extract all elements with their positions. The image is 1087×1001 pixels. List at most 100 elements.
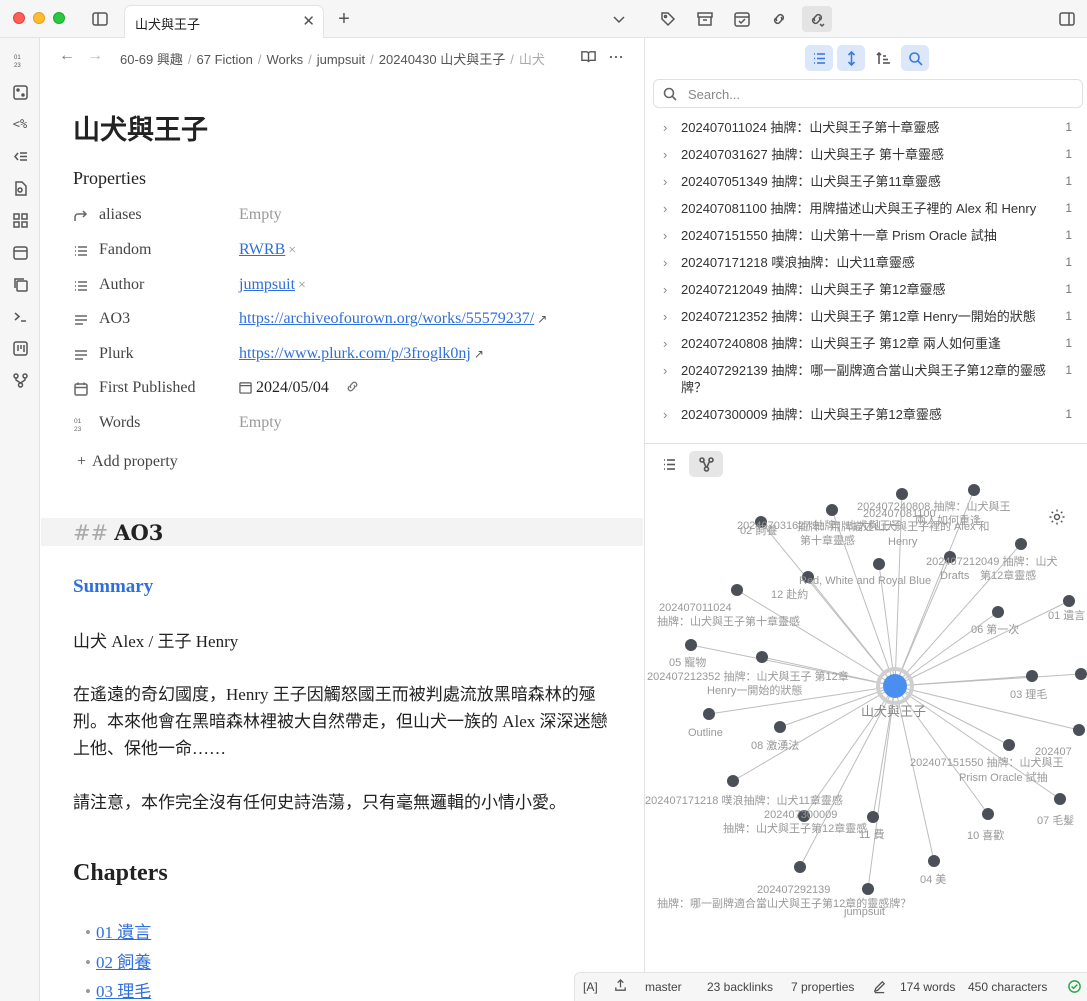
tab-active[interactable]: 山犬與王子 ✕: [124, 5, 324, 38]
plurk-url-link[interactable]: https://www.plurk.com/p/3froglk0nj: [239, 345, 471, 362]
list-item[interactable]: › 202407081100 抽牌：用牌描述山犬與王子裡的 Alex 和 Henr…: [645, 195, 1087, 222]
property-key[interactable]: aliases: [99, 206, 142, 224]
outgoing-links-icon[interactable]: [768, 8, 790, 30]
list-item[interactable]: › 202407031627 抽牌：山犬與王子 第十章靈感 1: [645, 141, 1087, 168]
property-key[interactable]: AO3: [99, 310, 130, 328]
list-item[interactable]: › 202407151550 抽牌：山犬第十一章 Prism Oracle 試抽 1: [645, 222, 1087, 249]
graph-canvas[interactable]: 202407240808 抽牌：山犬與王兩人如何重逢202407081100抽牌…: [645, 484, 1087, 1001]
upload-icon[interactable]: [613, 978, 628, 996]
chevron-right-icon[interactable]: ›: [663, 362, 667, 379]
outline-tab-icon[interactable]: [655, 451, 683, 477]
more-options-icon[interactable]: ···: [608, 46, 624, 67]
graph-center-node[interactable]: [883, 674, 907, 698]
property-key[interactable]: First Published: [99, 379, 195, 397]
file-search-icon[interactable]: [9, 177, 31, 199]
list-item[interactable]: › 202407051349 抽牌：山犬與王子第11章靈感 1: [645, 168, 1087, 195]
back-arrow-icon[interactable]: ←: [59, 47, 75, 65]
graph-node[interactable]: [896, 488, 908, 500]
sort-order-icon[interactable]: [869, 45, 897, 71]
property-row-plurk[interactable]: Plurk https://www.plurk.com/p/3froglk0nj…: [73, 341, 613, 371]
graph-node[interactable]: [928, 855, 940, 867]
show-more-context-icon[interactable]: [837, 45, 865, 71]
chevron-right-icon[interactable]: ›: [663, 254, 667, 271]
graph-node[interactable]: [731, 584, 743, 596]
chevron-right-icon[interactable]: ›: [663, 335, 667, 352]
kanban-icon[interactable]: [9, 337, 31, 359]
quick-switch-icon[interactable]: 01 23: [9, 49, 31, 71]
graph-node[interactable]: [1003, 739, 1015, 751]
backlink-title[interactable]: 202407171218 噗浪抽牌：山犬11章靈感: [681, 255, 915, 270]
graph-node[interactable]: [982, 808, 994, 820]
heading-ao3[interactable]: ## AO3: [73, 520, 163, 545]
property-key[interactable]: Author: [99, 276, 144, 294]
graph-settings-gear-icon[interactable]: [1048, 508, 1066, 526]
graph-node[interactable]: [1073, 724, 1085, 736]
daily-note-calendar-icon[interactable]: [9, 241, 31, 263]
reading-view-book-icon[interactable]: [580, 48, 597, 70]
window-minimize-button[interactable]: [33, 12, 45, 24]
list-item[interactable]: › 202407171218 噗浪抽牌：山犬11章靈感 1: [645, 249, 1087, 276]
property-key[interactable]: Words: [99, 414, 140, 432]
backlink-title[interactable]: 202407151550 抽牌：山犬第十一章 Prism Oracle 試抽: [681, 228, 997, 243]
graph-node[interactable]: [1015, 538, 1027, 550]
external-link-icon[interactable]: ↗: [537, 312, 547, 326]
window-maximize-button[interactable]: [53, 12, 65, 24]
ao3-url-link[interactable]: https://archiveofourown.org/works/555792…: [239, 310, 534, 327]
property-row-words[interactable]: 01 23 Words Empty: [73, 410, 613, 440]
chevron-right-icon[interactable]: ›: [663, 173, 667, 190]
list-item[interactable]: › 202407240808 抽牌：山犬與王子 第12章 兩人如何重逢 1: [645, 330, 1087, 357]
backlink-title[interactable]: 202407212049 抽牌：山犬與王子 第12章靈感: [681, 282, 945, 297]
breadcrumb-item[interactable]: jumpsuit: [317, 52, 365, 67]
remove-tag-icon[interactable]: ×: [298, 278, 306, 293]
list-item[interactable]: › 202407292139 抽牌：哪一副牌適合當山犬與王子第12章的靈感牌？ 1: [645, 357, 1087, 401]
graph-node[interactable]: [1063, 595, 1075, 607]
graph-node[interactable]: [727, 775, 739, 787]
note-title[interactable]: 山犬與王子: [73, 108, 208, 147]
local-graph-view[interactable]: 202407240808 抽牌：山犬與王 兩人如何重逢 202407081100 抽牌…: [645, 484, 1087, 1001]
graph-node[interactable]: [774, 721, 786, 733]
property-value[interactable]: Empty: [239, 206, 282, 224]
breadcrumb-item[interactable]: 山犬: [519, 52, 545, 67]
date-link-icon[interactable]: [345, 379, 360, 399]
right-sidebar-toggle-icon[interactable]: [1056, 8, 1078, 30]
graph-node[interactable]: [873, 558, 885, 570]
breadcrumb-item[interactable]: 67 Fiction: [197, 52, 253, 67]
sync-check-icon[interactable]: [1067, 979, 1082, 997]
sidebar-toggle-icon[interactable]: [89, 8, 111, 30]
copy-icon[interactable]: [9, 273, 31, 295]
backlink-title[interactable]: 202407031627 抽牌：山犬與王子 第十章靈感: [681, 147, 944, 162]
graph-node[interactable]: [703, 708, 715, 720]
tab-close-icon[interactable]: ✕: [302, 12, 315, 30]
backlink-title[interactable]: 202407292139 抽牌：哪一副牌適合當山犬與王子第12章的靈感牌？: [681, 363, 1046, 395]
collapse-results-icon[interactable]: [805, 45, 833, 71]
backlink-title[interactable]: 202407011024 抽牌：山犬與王子第十章靈感: [681, 120, 939, 135]
chevron-right-icon[interactable]: ›: [663, 281, 667, 298]
backlink-title[interactable]: 202407081100 抽牌：用牌描述山犬與王子裡的 Alex 和 Henry: [681, 201, 1036, 216]
graph-node[interactable]: [992, 606, 1004, 618]
vim-mode-indicator[interactable]: [A]: [583, 980, 598, 994]
new-tab-button[interactable]: +: [333, 8, 355, 30]
window-close-button[interactable]: [13, 12, 25, 24]
chevron-right-icon[interactable]: ›: [663, 119, 667, 136]
chevron-right-icon[interactable]: ›: [663, 200, 667, 217]
backlink-title[interactable]: 202407212352 抽牌：山犬與王子 第12章 Henry一開始的狀態: [681, 309, 1036, 324]
chevron-right-icon[interactable]: ›: [663, 308, 667, 325]
tags-icon[interactable]: [657, 8, 679, 30]
templater-icon[interactable]: <%: [9, 113, 31, 135]
git-branch-label[interactable]: master: [645, 980, 682, 994]
forward-arrow-icon[interactable]: →: [87, 47, 103, 65]
property-row-author[interactable]: Author jumpsuit ×: [73, 272, 613, 302]
dashboard-icon[interactable]: [9, 209, 31, 231]
list-item[interactable]: › 202407300009 抽牌：山犬與王子第12章靈感 1: [645, 401, 1087, 428]
list-item[interactable]: › 202407212352 抽牌：山犬與王子 第12章 Henry一開始的狀態 1: [645, 303, 1087, 330]
property-value[interactable]: Empty: [239, 414, 282, 432]
graph-node[interactable]: [867, 811, 879, 823]
chevron-right-icon[interactable]: ›: [663, 227, 667, 244]
tab-list-chevron-icon[interactable]: [608, 8, 630, 30]
calendar-check-icon[interactable]: [731, 8, 753, 30]
outline-icon[interactable]: [9, 145, 31, 167]
chapter-link[interactable]: 01 遺言: [96, 923, 151, 942]
breadcrumb-item[interactable]: Works: [267, 52, 304, 67]
graph-node[interactable]: [685, 639, 697, 651]
random-note-icon[interactable]: [9, 81, 31, 103]
